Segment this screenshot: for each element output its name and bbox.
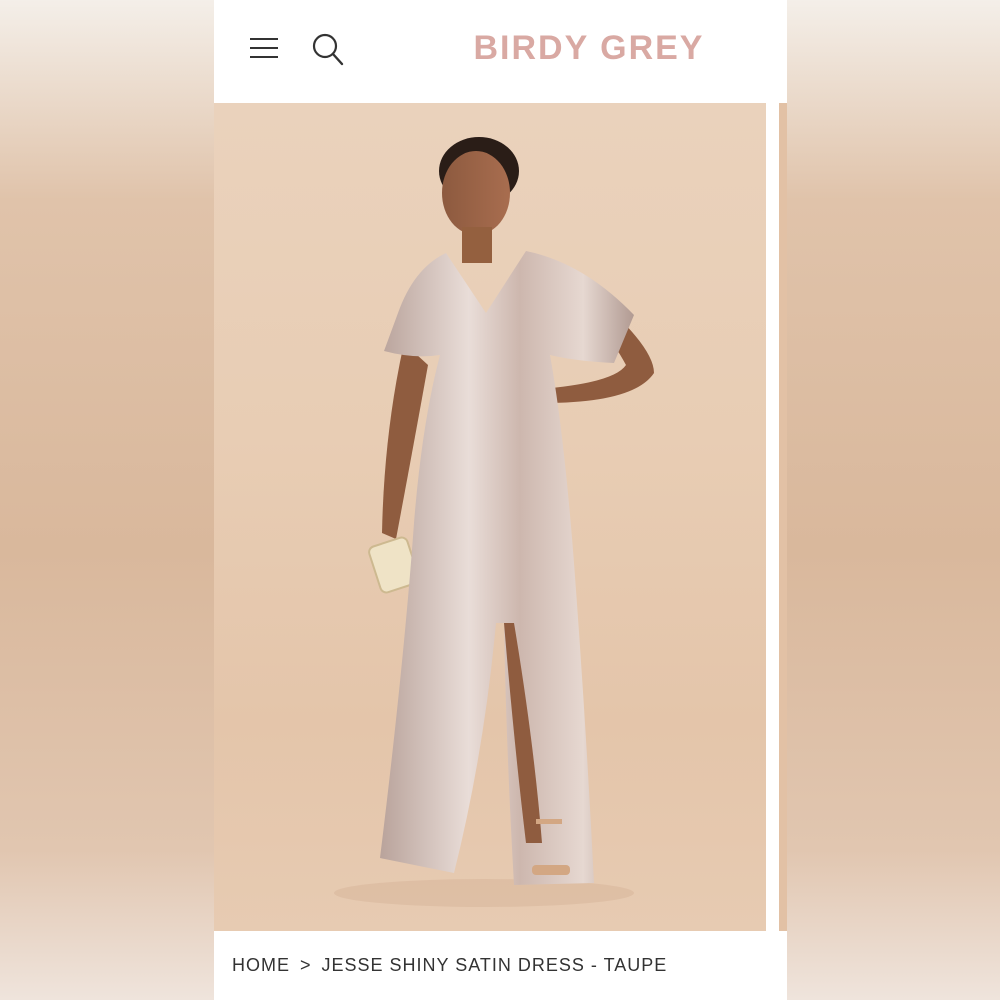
breadcrumb: HOME > JESSE SHINY SATIN DRESS - TAUPE: [232, 955, 667, 985]
menu-line: [250, 38, 278, 40]
blurred-background-left: [0, 0, 214, 1000]
brand-logo[interactable]: BIRDY GREY: [459, 28, 719, 68]
search-icon[interactable]: [308, 30, 348, 70]
blurred-background-right: [787, 0, 1000, 1000]
site-header: BIRDY GREY: [214, 0, 787, 103]
hamburger-menu-icon[interactable]: [248, 34, 282, 64]
breadcrumb-home-link[interactable]: HOME: [232, 955, 290, 975]
breadcrumb-current: JESSE SHINY SATIN DRESS - TAUPE: [321, 955, 668, 975]
menu-line: [250, 56, 278, 58]
model-illustration: [334, 137, 654, 907]
breadcrumb-separator: >: [300, 955, 312, 975]
next-image-peek[interactable]: [779, 103, 787, 931]
mobile-page: BIRDY GREY HOME > JESSE SHINY SATIN DRES…: [214, 0, 787, 1000]
product-hero-image[interactable]: [214, 103, 766, 931]
menu-line: [250, 47, 278, 49]
